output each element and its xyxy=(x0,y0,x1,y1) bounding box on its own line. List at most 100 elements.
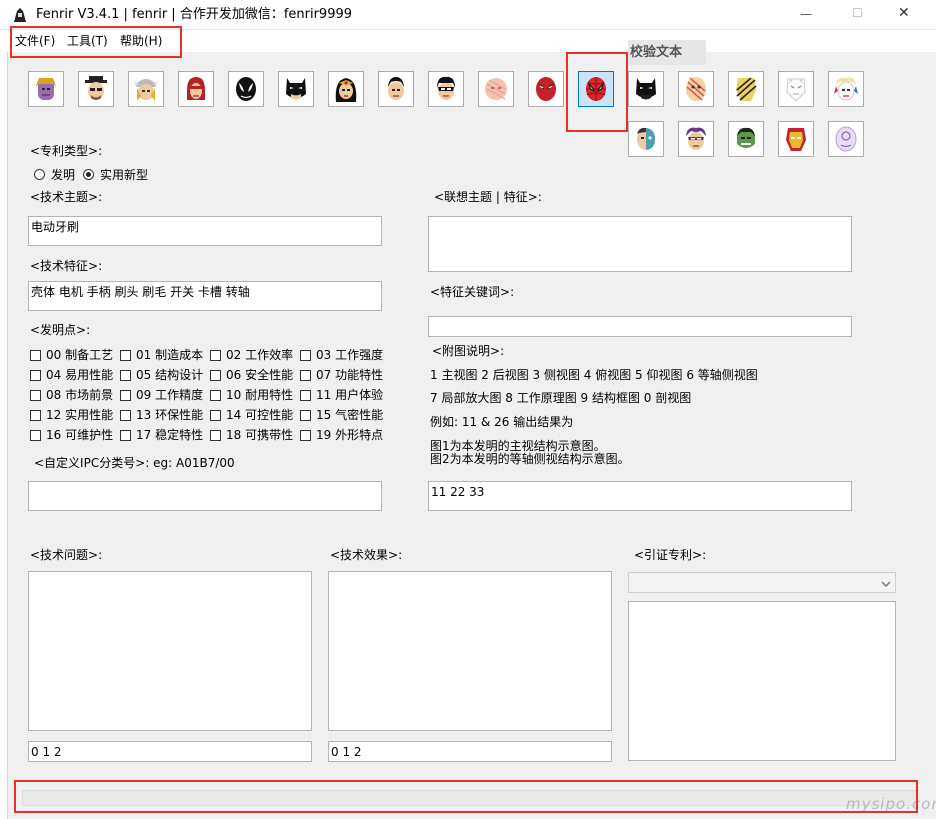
cited-patent-dropdown[interactable] xyxy=(628,572,896,593)
hero-button-heisenberg[interactable] xyxy=(78,71,114,107)
figures-result2: 图2为本发明的等轴侧视结构示意图。 xyxy=(430,452,630,466)
checkbox-square xyxy=(30,429,41,441)
tech-features-input[interactable]: 壳体 电机 手柄 刷头 刷毛 开关 卡槽 转轴 xyxy=(28,281,382,311)
checkbox-invention-point-2[interactable]: 02 工作效率 xyxy=(210,348,293,362)
checkbox-square xyxy=(210,389,221,401)
hero-button-batman-dark[interactable] xyxy=(628,71,664,107)
hero-button-magneto[interactable] xyxy=(178,71,214,107)
app-icon xyxy=(12,7,28,23)
cited-patent-label: <引证专利>: xyxy=(634,548,707,562)
tech-topic-label: <技术主题>: xyxy=(30,190,103,204)
checkbox-square xyxy=(120,409,131,421)
tech-problem-textarea[interactable] xyxy=(28,571,312,731)
menu-tools[interactable]: 工具(T) xyxy=(67,34,108,48)
checkbox-invention-point-1[interactable]: 01 制造成本 xyxy=(120,348,203,362)
checkbox-invention-point-13[interactable]: 13 环保性能 xyxy=(120,408,203,422)
hero-button-blossom[interactable] xyxy=(478,71,514,107)
menu-help[interactable]: 帮助(H) xyxy=(120,34,162,48)
hero-button-batman[interactable] xyxy=(278,71,314,107)
checkbox-invention-point-14[interactable]: 14 可控性能 xyxy=(210,408,293,422)
checkbox-invention-point-18[interactable]: 18 可携带性 xyxy=(210,428,293,442)
close-button[interactable]: ✕ xyxy=(898,6,910,20)
checkbox-invention-point-19[interactable]: 19 外形特点 xyxy=(300,428,383,442)
hero-button-two-face[interactable] xyxy=(628,121,664,157)
white-face-icon xyxy=(781,74,811,104)
menu-file[interactable]: 文件(F) xyxy=(15,34,55,48)
thor-icon xyxy=(131,74,161,104)
checkbox-label: 14 可控性能 xyxy=(226,408,294,422)
checkbox-square xyxy=(210,409,221,421)
tech-problem-seq-input[interactable]: 0 1 2 xyxy=(28,741,312,762)
patent-type-radios: 发明 实用新型 xyxy=(34,166,156,183)
checkbox-label: 16 可维护性 xyxy=(46,428,114,442)
checkbox-label: 06 安全性能 xyxy=(226,368,294,382)
checkbox-invention-point-8[interactable]: 08 市场前景 xyxy=(30,388,113,402)
checkbox-invention-point-6[interactable]: 06 安全性能 xyxy=(210,368,293,382)
checkbox-invention-point-7[interactable]: 07 功能特性 xyxy=(300,368,383,382)
checkbox-label: 02 工作效率 xyxy=(226,348,294,362)
feature-keywords-input[interactable] xyxy=(428,316,852,337)
checkbox-square xyxy=(210,429,221,441)
thanos-icon xyxy=(31,74,61,104)
checkbox-invention-point-10[interactable]: 10 耐用特性 xyxy=(210,388,293,402)
ironman-mono-icon xyxy=(731,74,761,104)
feature-keywords-label: <特征关键词>: xyxy=(430,285,515,299)
tech-effect-textarea[interactable] xyxy=(328,571,612,731)
hero-button-robin[interactable] xyxy=(428,71,464,107)
assoc-topic-input[interactable] xyxy=(428,216,852,272)
two-face-icon xyxy=(631,124,661,154)
hero-button-thanos[interactable] xyxy=(28,71,64,107)
hero-button-white-face[interactable] xyxy=(778,71,814,107)
checkbox-invention-point-9[interactable]: 09 工作精度 xyxy=(120,388,203,402)
figures-line1: 1 主视图 2 后视图 3 侧视图 4 俯视图 5 仰视图 6 等轴侧视图 xyxy=(430,368,758,382)
hero-button-ironman-mono[interactable] xyxy=(728,71,764,107)
hero-button-superman[interactable] xyxy=(378,71,414,107)
checkbox-square xyxy=(120,389,131,401)
radio-invention[interactable]: 发明 xyxy=(34,166,75,183)
hero-button-thor[interactable] xyxy=(128,71,164,107)
tech-features-label: <技术特征>: xyxy=(30,259,103,273)
batman-dark-icon xyxy=(631,74,661,104)
hero-button-venom[interactable] xyxy=(228,71,264,107)
hero-button-hulk[interactable] xyxy=(728,121,764,157)
hero-button-spider-man[interactable] xyxy=(578,71,614,107)
checkbox-invention-point-3[interactable]: 03 工作强度 xyxy=(300,348,383,362)
hero-button-deadpool[interactable] xyxy=(528,71,564,107)
hero-button-wonder-woman[interactable] xyxy=(328,71,364,107)
checkbox-label: 17 稳定特性 xyxy=(136,428,204,442)
checkbox-invention-point-5[interactable]: 05 结构设计 xyxy=(120,368,203,382)
checkbox-label: 15 气密性能 xyxy=(316,408,384,422)
maximize-button[interactable]: ☐ xyxy=(852,6,863,20)
checkbox-label: 08 市场前景 xyxy=(46,388,114,402)
figures-input[interactable]: 11 22 33 xyxy=(428,481,852,511)
hero-button-harley[interactable] xyxy=(828,71,864,107)
checkbox-invention-point-17[interactable]: 17 稳定特性 xyxy=(120,428,203,442)
checkbox-invention-point-16[interactable]: 16 可维护性 xyxy=(30,428,113,442)
hero-button-iron-man[interactable] xyxy=(778,121,814,157)
figures-result1: 图1为本发明的主视结构示意图。 xyxy=(430,439,606,453)
cited-patent-textarea[interactable] xyxy=(628,601,896,761)
checkbox-invention-point-12[interactable]: 12 实用性能 xyxy=(30,408,113,422)
minimize-button[interactable]: — xyxy=(800,7,812,21)
hero-button-hawkeye[interactable] xyxy=(678,121,714,157)
hulk-icon xyxy=(731,124,761,154)
deadpool-icon xyxy=(531,74,561,104)
checkbox-label: 03 工作强度 xyxy=(316,348,384,362)
tech-effect-seq-input[interactable]: 0 1 2 xyxy=(328,741,612,762)
hero-button-purple-face[interactable] xyxy=(828,121,864,157)
blossom-icon xyxy=(481,74,511,104)
ipc-input[interactable] xyxy=(28,481,382,511)
checkbox-invention-point-15[interactable]: 15 气密性能 xyxy=(300,408,383,422)
checkbox-invention-point-11[interactable]: 11 用户体验 xyxy=(300,388,383,402)
tech-topic-input[interactable]: 电动牙刷 xyxy=(28,216,382,246)
checkbox-label: 13 环保性能 xyxy=(136,408,204,422)
tab-verify-text[interactable]: 校验文本 xyxy=(628,40,706,65)
checkbox-invention-point-0[interactable]: 00 制备工艺 xyxy=(30,348,113,362)
checkbox-square xyxy=(300,429,311,441)
tech-problem-label: <技术问题>: xyxy=(30,548,103,562)
checkbox-label: 12 实用性能 xyxy=(46,408,114,422)
hero-button-striped[interactable] xyxy=(678,71,714,107)
checkbox-invention-point-4[interactable]: 04 易用性能 xyxy=(30,368,113,382)
radio-utility-model[interactable]: 实用新型 xyxy=(83,166,148,183)
figures-example: 例如: 11 & 26 输出结果为 xyxy=(430,415,574,429)
